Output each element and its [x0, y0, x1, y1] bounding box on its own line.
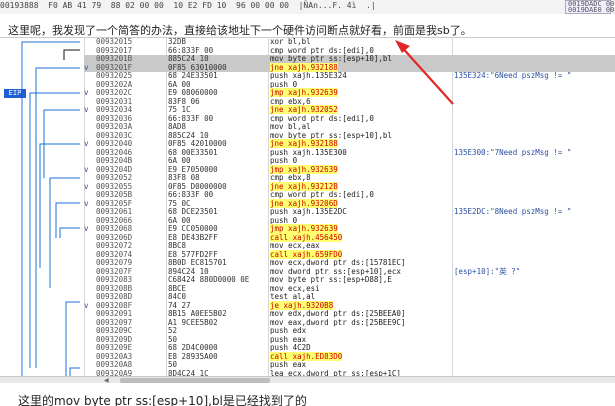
jump-marker: v: [84, 164, 89, 174]
jump-marker: v: [84, 105, 89, 114]
instruction-row[interactable]: 0093208B 8BCE mov ecx,esi: [84, 284, 615, 294]
instruction-row[interactable]: 0093209C 52 push edx: [84, 326, 615, 336]
jump-marker: v: [84, 181, 89, 191]
instruction-row[interactable]: 0093206D E8 DE43B2FF call xajh.456450: [84, 232, 615, 243]
jump-marker: v: [84, 300, 89, 310]
instruction-list[interactable]: 00932015 32DB xor bl,bl 00932017 66:833F 00 c…: [84, 38, 615, 383]
instruction-row[interactable]: 0093205B 66:833F 00 cmp word ptr ds:[edi],…: [84, 190, 615, 200]
caption-bottom: 这里的mov byte ptr ss:[esp+10],bl是已经找到了的: [18, 394, 307, 406]
instruction-comment: 135E324:"6Need pszMsg != ": [454, 71, 572, 80]
dump-line-1: 00193888 F0 AB 41 79 88 02 00 00 10 E2 F…: [0, 1, 376, 10]
instruction-row[interactable]: 00932083 C68424 880D0000 0E mov byte ptr s…: [84, 275, 615, 285]
instruction-row[interactable]: 0093202A 6A 00 push 0: [84, 80, 615, 90]
instruction-row[interactable]: 00932031 83F8 06 cmp ebx,6: [84, 97, 615, 107]
instruction-row[interactable]: 00932036 66:833F 00 cmp word ptr ds:[edi],…: [84, 114, 615, 124]
instruction-row[interactable]: 00932066 6A 00 push 0: [84, 216, 615, 226]
instruction-row[interactable]: 00932052 83F8 08 cmp ebx,8: [84, 173, 615, 183]
instruction-comment: 135E300:"7Need pszMsg != ": [454, 147, 572, 157]
jump-marker: v: [84, 224, 89, 233]
jump-marker: v: [84, 62, 89, 72]
caption-top: 这里呢，我发现了一个简答的办法，直接给该地址下一个硬件访问断点就好看，前面是我s…: [8, 24, 472, 37]
instruction-row[interactable]: 0093209E 68 2D4C0000 push 4C2D: [84, 343, 615, 353]
instruction-row[interactable]: 00932072 8BC8 mov ecx,eax: [84, 241, 615, 251]
memory-dump-strip: 00193888 F0 AB 41 79 88 02 00 00 10 E2 F…: [0, 0, 615, 14]
instruction-row[interactable]: 0093201B 885C24 10 mov byte ptr ss:[esp+10…: [84, 54, 615, 64]
horizontal-scrollbar[interactable]: ◀: [0, 376, 615, 383]
instruction-row[interactable]: 0093209D 50 push eax: [84, 335, 615, 345]
disassembly-view[interactable]: EIP 00932015 32DB xor bl,bl 00932017 66:833F…: [0, 37, 615, 383]
jump-marker: v: [84, 139, 89, 148]
scroll-thumb[interactable]: [120, 378, 270, 383]
instruction-row[interactable]: 009320A3 E8 28935A00 call xajh.ED83D0: [84, 351, 615, 362]
stack-preview-box: 0019DADC 00 0019DAE0 00: [565, 0, 614, 14]
instruction-row[interactable]: 00932025 68 24E33501 push xajh.135E324 135E…: [84, 71, 615, 81]
instruction-row[interactable]: 00932097 A1 9CEE5B02 mov eax,dword ptr ds:…: [84, 318, 615, 328]
instruction-row[interactable]: 0093204B 6A 00 push 0: [84, 156, 615, 166]
scroll-left-icon[interactable]: ◀: [104, 377, 109, 383]
instruction-row[interactable]: v 0093202C E9 08060000 jmp xajh.932639: [84, 88, 615, 98]
instruction-row[interactable]: 0093208D 84C0 test al,al: [84, 292, 615, 302]
jump-marker: v: [84, 198, 89, 208]
instruction-row[interactable]: v 0093204D E9 E7050000 jmp xajh.932639: [84, 164, 615, 175]
instruction-row[interactable]: 00932046 68 00E33501 push xajh.135E300 135E…: [84, 147, 615, 158]
instruction-row[interactable]: v 00932068 E9 CC050000 jmp xajh.932639: [84, 224, 615, 234]
instruction-row[interactable]: 0093203C 885C24 10 mov byte ptr ss:[esp+10…: [84, 131, 615, 141]
instruction-row[interactable]: 00932061 68 DCE23501 push xajh.135E2DC 135E…: [84, 207, 615, 217]
eip-marker: EIP: [4, 89, 26, 98]
instruction-comment: [esp+10]:"英 ?": [454, 266, 521, 276]
instruction-comment: 135E2DC:"8Need pszMsg != ": [454, 207, 572, 216]
jump-marker: v: [84, 88, 89, 97]
